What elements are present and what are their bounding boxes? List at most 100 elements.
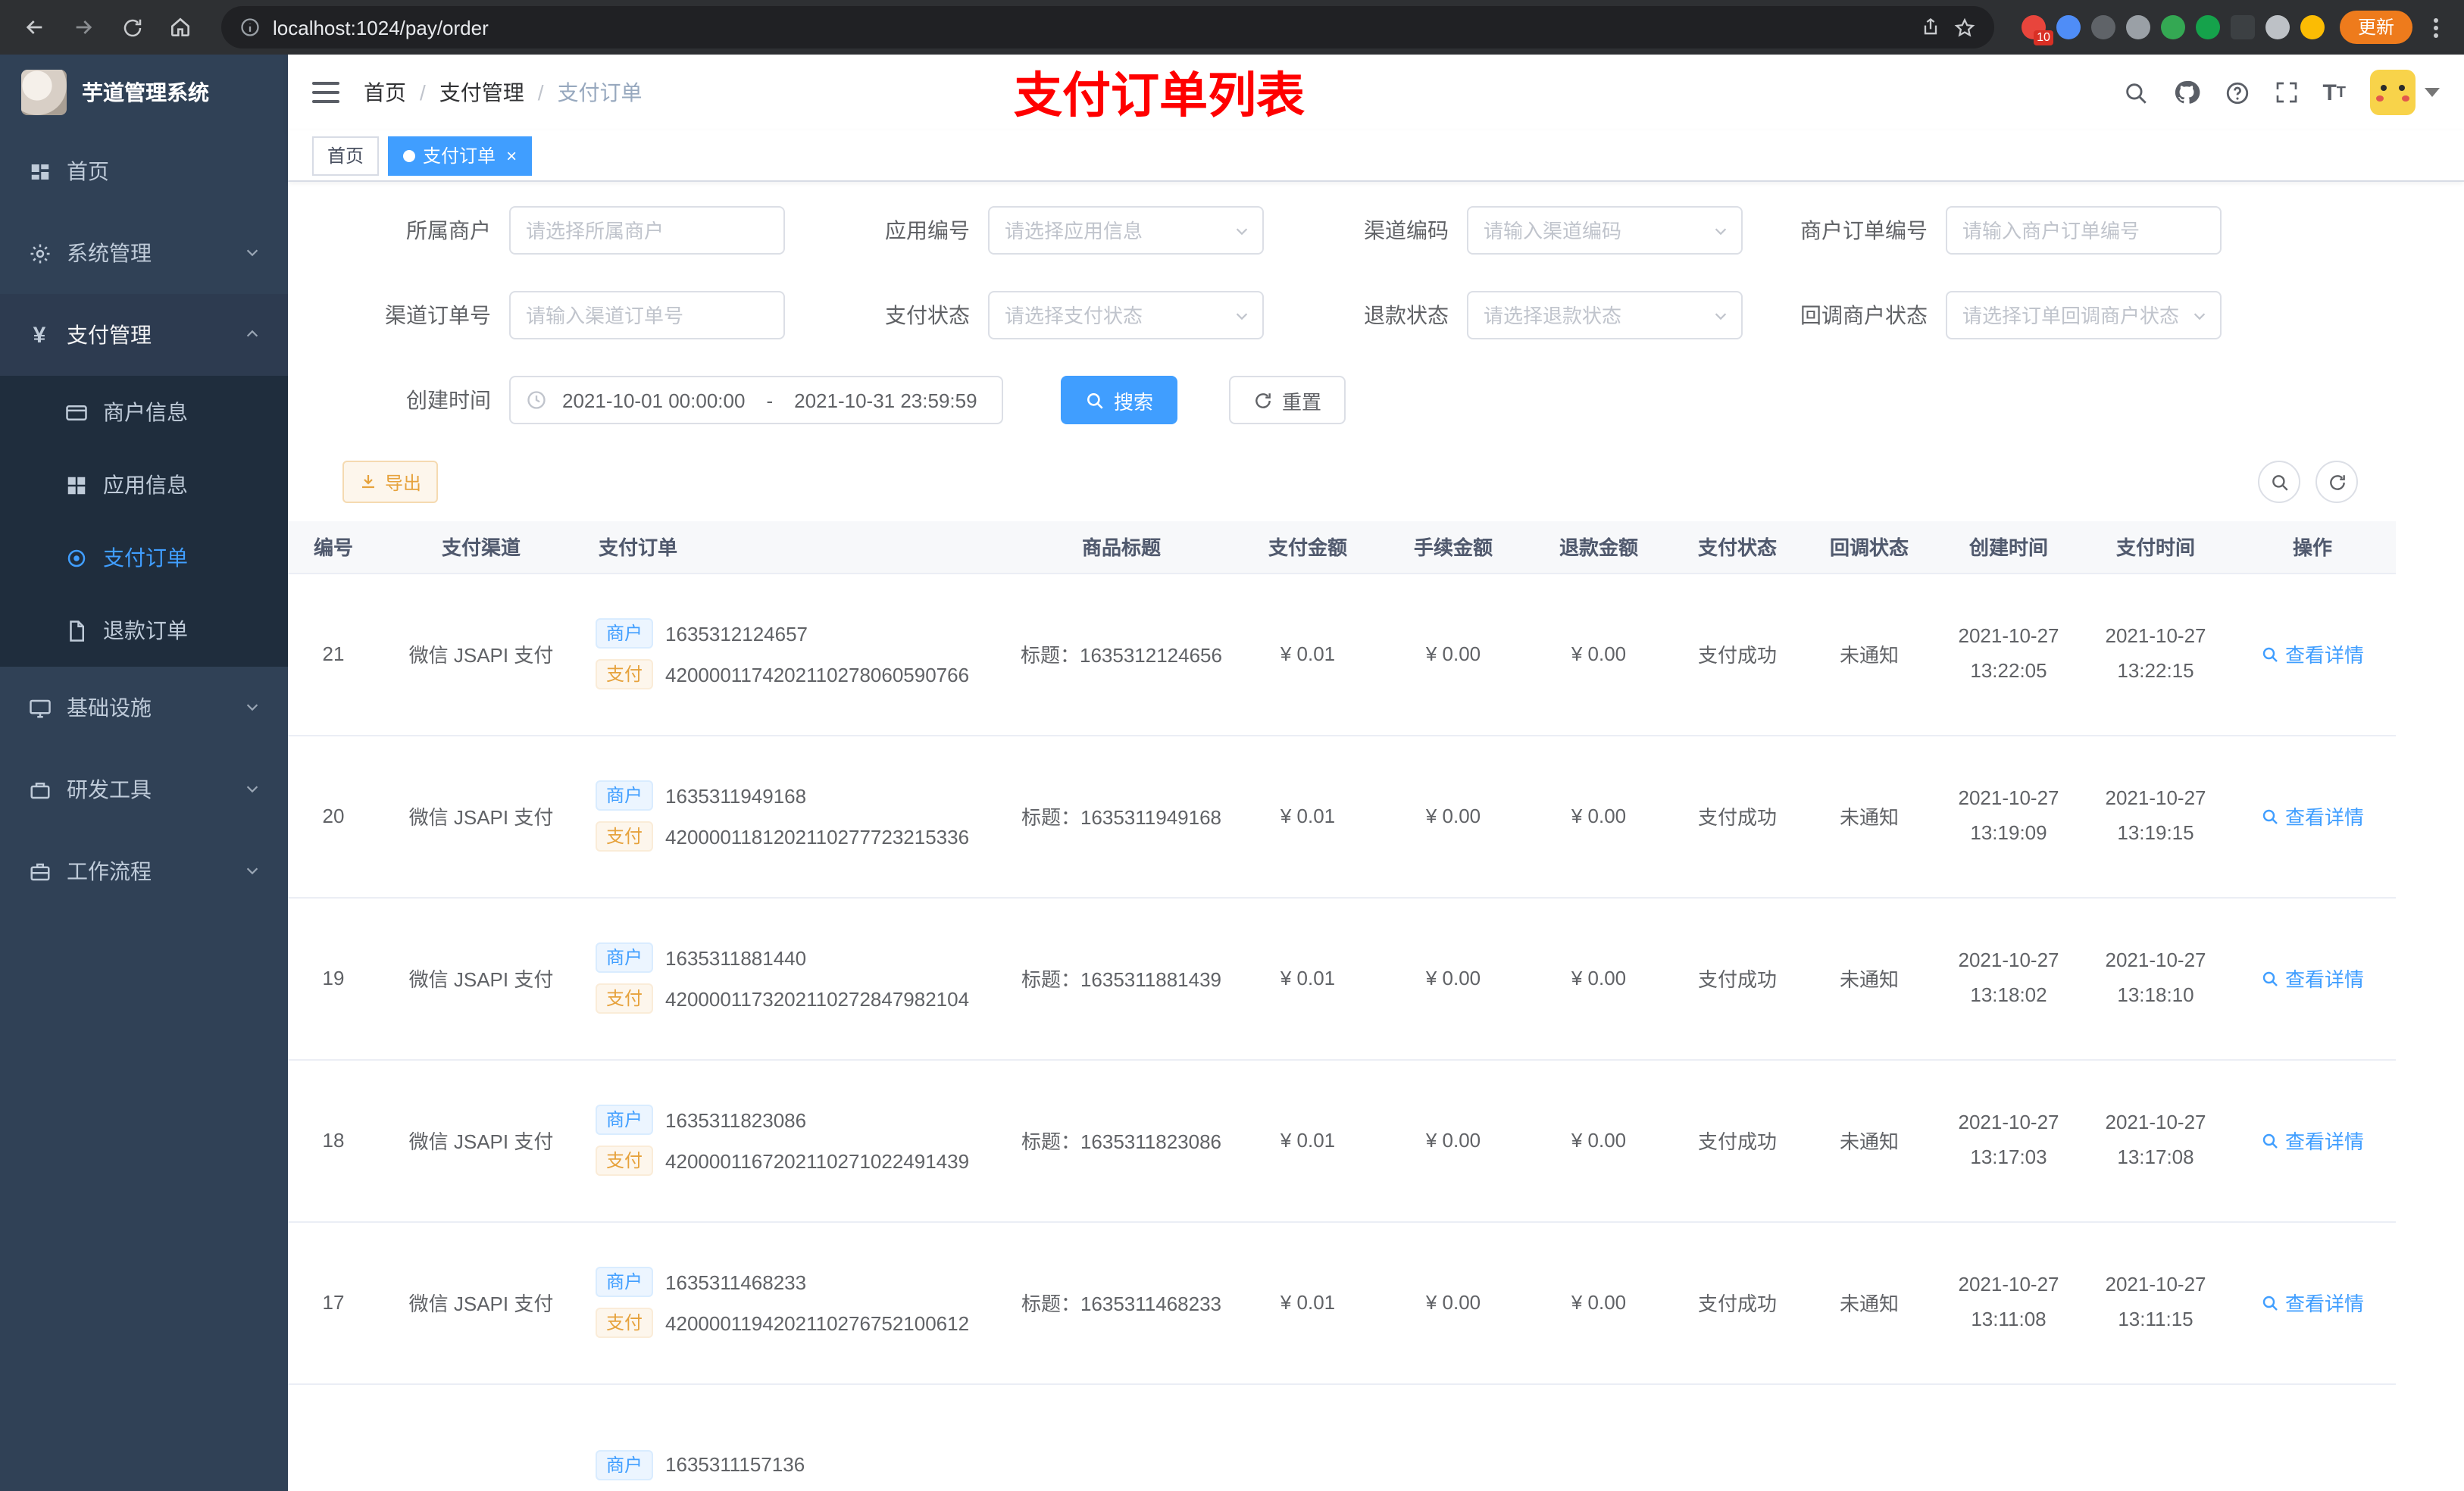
close-icon[interactable]: ×	[506, 146, 517, 164]
user-menu[interactable]	[2370, 70, 2440, 115]
fullscreen-icon[interactable]	[2274, 80, 2298, 105]
browser-reload-button[interactable]	[112, 8, 152, 47]
merchant-order-no-field[interactable]	[1946, 206, 2222, 255]
merchant-input[interactable]	[526, 219, 768, 242]
view-detail-link[interactable]: 查看详情	[2261, 1126, 2364, 1155]
channel-code-input[interactable]	[1484, 219, 1726, 242]
browser-back-button[interactable]	[15, 8, 55, 47]
url-text[interactable]: localhost:1024/pay/order	[273, 16, 1908, 39]
extension-icon[interactable]	[2056, 15, 2081, 39]
search-icon[interactable]	[2122, 80, 2148, 105]
pay-status-select[interactable]	[988, 291, 1264, 339]
cell-id: 20	[288, 735, 379, 898]
cell-id: 18	[288, 1059, 379, 1222]
sidebar-item-app-info[interactable]: 应用信息	[0, 449, 288, 521]
col-actions: 操作	[2229, 521, 2396, 574]
pay-order-no: 4200001181202110277723215336	[665, 825, 970, 848]
sidebar-toggle-icon[interactable]	[312, 82, 339, 103]
create-time-range-picker[interactable]: 2021-10-01 00:00:00 - 2021-10-31 23:59:5…	[509, 376, 1003, 424]
sidebar-item-devtools[interactable]: 研发工具	[0, 749, 288, 830]
merchant-select[interactable]	[509, 206, 785, 255]
pay-tag: 支付	[596, 983, 654, 1014]
cell-notify-status: 未通知	[1803, 897, 1935, 1060]
cell-channel: 微信 JSAPI 支付	[379, 1221, 583, 1384]
extension-icon[interactable]	[2230, 15, 2255, 39]
breadcrumb-home[interactable]: 首页	[364, 77, 406, 108]
reset-button[interactable]: 重置	[1229, 376, 1346, 424]
target-icon	[64, 545, 88, 570]
refresh-button[interactable]	[2315, 461, 2358, 503]
channel-order-no-field[interactable]	[509, 291, 785, 339]
breadcrumb-payment[interactable]: 支付管理	[439, 77, 524, 108]
site-info-icon[interactable]	[239, 17, 261, 38]
app-title: 芋道管理系统	[82, 80, 209, 105]
tab-pay-order[interactable]: 支付订单 ×	[388, 136, 533, 175]
bookmark-star-icon[interactable]	[1953, 16, 1976, 39]
refund-status-select[interactable]	[1467, 291, 1743, 339]
merchant-order-no-input[interactable]	[1962, 219, 2205, 242]
browser-menu-icon[interactable]	[2422, 17, 2449, 37]
sidebar-item-merchant-info[interactable]: 商户信息	[0, 376, 288, 449]
view-detail-link[interactable]: 查看详情	[2261, 802, 2364, 830]
cell-pay-order: 商户 1635311468233 支付 4200001194202110276752…	[583, 1221, 1008, 1384]
sidebar-item-home[interactable]: 首页	[0, 130, 288, 212]
sidebar-item-label: 支付管理	[67, 323, 152, 347]
logo-avatar	[21, 70, 67, 115]
pay-status-input[interactable]	[1005, 304, 1247, 327]
extension-badge: 10	[2034, 30, 2053, 45]
range-start[interactable]: 2021-10-01 00:00:00	[562, 389, 745, 411]
view-detail-link[interactable]: 查看详情	[2261, 964, 2364, 992]
browser-forward-button[interactable]	[64, 8, 103, 47]
app-input[interactable]	[1005, 219, 1247, 242]
channel-order-no-input[interactable]	[526, 304, 768, 327]
range-end[interactable]: 2021-10-31 23:59:59	[794, 389, 977, 411]
sidebar-item-workflow[interactable]: 工作流程	[0, 830, 288, 912]
extension-icon[interactable]: 10	[2021, 15, 2053, 45]
extension-icon[interactable]	[2160, 15, 2185, 39]
sidebar-item-payment[interactable]: ¥ 支付管理	[0, 294, 288, 376]
sidebar-item-label: 退款订单	[103, 618, 188, 642]
notify-status-input[interactable]	[1962, 304, 2205, 327]
filter-label-app: 应用编号	[885, 218, 970, 242]
help-icon[interactable]	[2224, 80, 2250, 105]
sidebar-item-infra[interactable]: 基础设施	[0, 667, 288, 749]
filter-label-merchant-order-no: 商户订单编号	[1800, 218, 1928, 242]
share-icon[interactable]	[1920, 17, 1941, 38]
address-bar[interactable]: localhost:1024/pay/order	[221, 6, 1994, 48]
cell-pay-time: 2021-10-27 13:18:10	[2082, 897, 2229, 1060]
extension-icon[interactable]	[2125, 15, 2150, 39]
top-navbar: 首页 / 支付管理 / 支付订单 支付订单列表 T T	[288, 55, 2464, 130]
toggle-search-button[interactable]	[2258, 461, 2300, 503]
sidebar-item-label: 首页	[67, 159, 109, 183]
emoji-face-icon[interactable]	[2300, 15, 2325, 39]
breadcrumb-separator: /	[420, 80, 426, 105]
sidebar-item-system[interactable]: 系统管理	[0, 212, 288, 294]
extension-icon[interactable]	[2090, 15, 2115, 39]
cell-fee-amount: ¥ 0.00	[1381, 1059, 1526, 1222]
cell-pay-status: 支付成功	[1671, 897, 1803, 1060]
browser-home-button[interactable]	[161, 8, 200, 47]
sidebar-item-pay-order[interactable]: 支付订单	[0, 521, 288, 594]
search-button[interactable]: 搜索	[1061, 376, 1178, 424]
page-title: 支付订单列表	[1013, 68, 1305, 123]
cell-channel: 微信 JSAPI 支付	[379, 573, 583, 736]
view-detail-label: 查看详情	[2284, 806, 2364, 829]
pin-icon[interactable]	[2265, 15, 2290, 39]
cell-title: 标题：1635311881439	[1008, 897, 1235, 1060]
export-button[interactable]: 导出	[342, 461, 439, 503]
view-detail-link[interactable]: 查看详情	[2261, 639, 2364, 668]
extension-check-icon[interactable]	[2195, 15, 2220, 39]
sidebar-item-refund-order[interactable]: 退款订单	[0, 594, 288, 667]
notify-status-select[interactable]	[1946, 291, 2222, 339]
browser-update-button[interactable]: 更新	[2339, 11, 2412, 44]
refund-status-input[interactable]	[1484, 304, 1726, 327]
channel-code-select[interactable]	[1467, 206, 1743, 255]
user-avatar	[2370, 70, 2416, 115]
font-size-icon[interactable]: TT	[2322, 80, 2346, 105]
cell-id: 19	[288, 897, 379, 1060]
filter-row-3: 创建时间 2021-10-01 00:00:00 - 2021-10-31 23…	[342, 376, 2409, 424]
app-select[interactable]	[988, 206, 1264, 255]
tab-home[interactable]: 首页	[312, 136, 380, 175]
github-icon[interactable]	[2172, 79, 2200, 106]
view-detail-link[interactable]: 查看详情	[2261, 1288, 2364, 1317]
